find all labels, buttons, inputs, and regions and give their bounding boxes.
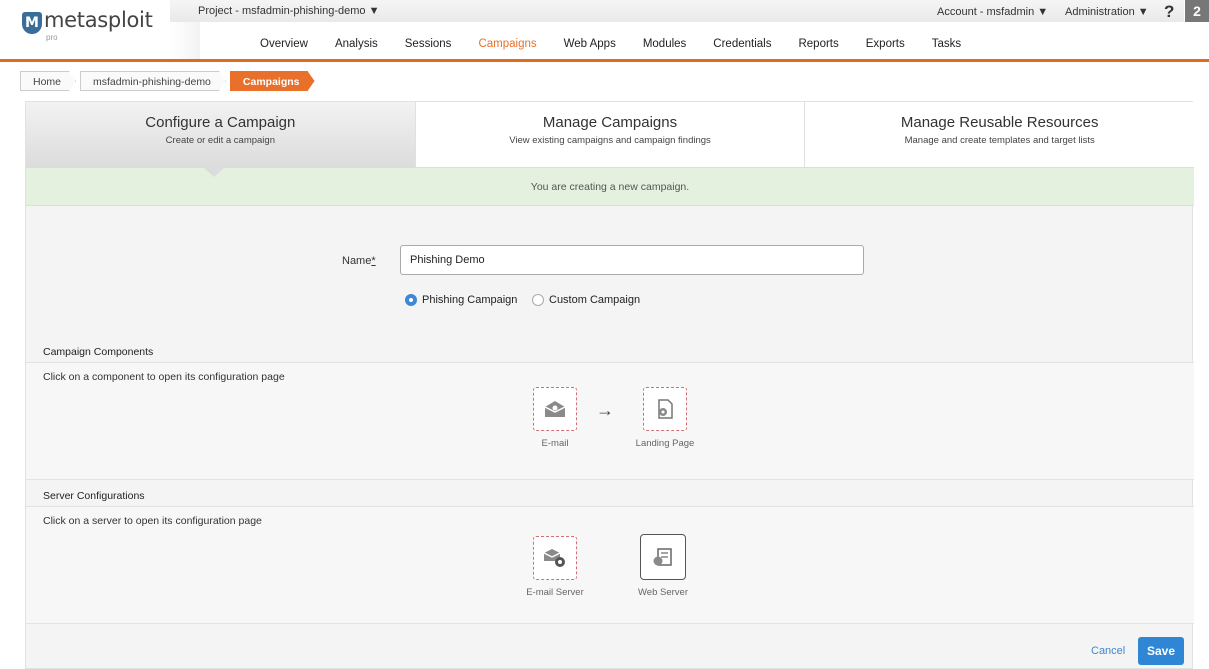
metasploit-logo-icon[interactable]: M (22, 12, 42, 34)
landing-page-icon (658, 399, 673, 419)
tab-title: Manage Reusable Resources (900, 114, 1099, 131)
nav-overview[interactable]: Overview (260, 38, 308, 56)
web-server-icon (653, 548, 672, 566)
breadcrumb-home[interactable]: Home (20, 71, 76, 91)
nav-web-apps[interactable]: Web Apps (564, 38, 616, 56)
header: M metasploit pro Project - msfadmin-phis… (0, 0, 1209, 62)
nav-analysis[interactable]: Analysis (335, 38, 378, 56)
nav-divider (0, 59, 1209, 62)
radio-phishing-campaign[interactable]: Phishing Campaign (405, 294, 517, 306)
web-server-component[interactable] (640, 534, 686, 580)
landing-page-label: Landing Page (635, 438, 695, 449)
tab-pointer (204, 168, 224, 177)
nav-credentials[interactable]: Credentials (713, 38, 771, 56)
help-icon[interactable]: ? (1164, 2, 1174, 22)
flow-arrow-icon: → (596, 400, 614, 420)
web-server-label: Web Server (638, 587, 688, 598)
breadcrumb: Home msfadmin-phishing-demo Campaigns (20, 71, 319, 91)
project-menu[interactable]: Project - msfadmin-phishing-demo ▼ (198, 5, 379, 17)
nav-campaigns[interactable]: Campaigns (478, 38, 536, 56)
radio-phishing-label: Phishing Campaign (422, 294, 518, 306)
email-server-label: E-mail Server (526, 587, 584, 598)
nav-sessions[interactable]: Sessions (405, 38, 452, 56)
email-component-label: E-mail (541, 438, 569, 449)
logo-text[interactable]: metasploit (44, 8, 153, 32)
nav-reports[interactable]: Reports (798, 38, 838, 56)
tab-configure-campaign[interactable]: Configure a Campaign Create or edit a ca… (26, 102, 416, 167)
landing-page-component[interactable] (643, 387, 687, 431)
account-menu[interactable]: Account - msfadmin ▼ (937, 6, 1048, 18)
save-button[interactable]: Save (1138, 637, 1184, 665)
campaign-tabs: Configure a Campaign Create or edit a ca… (26, 102, 1195, 168)
tab-manage-resources[interactable]: Manage Reusable Resources Manage and cre… (805, 102, 1195, 167)
nav-tasks[interactable]: Tasks (932, 38, 961, 56)
radio-checked-icon[interactable] (405, 294, 417, 306)
radio-custom-label: Custom Campaign (549, 294, 641, 306)
name-label: Name* (342, 255, 376, 267)
cancel-button[interactable]: Cancel (1091, 645, 1125, 657)
tab-subtitle: Manage and create templates and target l… (904, 135, 1095, 146)
nav-modules[interactable]: Modules (643, 38, 686, 56)
tab-manage-campaigns[interactable]: Manage Campaigns View existing campaigns… (415, 102, 806, 167)
main-nav: Overview Analysis Sessions Campaigns Web… (260, 38, 988, 56)
email-component[interactable] (533, 387, 577, 431)
breadcrumb-campaigns[interactable]: Campaigns (230, 71, 315, 91)
name-label-text: Name (342, 255, 372, 267)
email-server-component[interactable] (533, 536, 577, 580)
tab-title: Configure a Campaign (145, 114, 296, 131)
campaign-components-heading: Campaign Components (43, 346, 154, 358)
notification-badge[interactable]: 2 (1185, 0, 1209, 22)
tab-title: Manage Campaigns (542, 114, 678, 131)
server-configurations-heading: Server Configurations (43, 490, 145, 502)
radio-unchecked-icon[interactable] (532, 294, 544, 306)
breadcrumb-project[interactable]: msfadmin-phishing-demo (80, 71, 226, 91)
radio-custom-campaign[interactable]: Custom Campaign (532, 294, 640, 306)
servers-description: Click on a server to open its configurat… (43, 515, 262, 527)
administration-menu[interactable]: Administration ▼ (1065, 6, 1149, 18)
logo-subtext: pro (46, 33, 58, 42)
tab-subtitle: Create or edit a campaign (165, 135, 275, 146)
email-envelope-icon (544, 401, 566, 417)
info-notice: You are creating a new campaign. (26, 168, 1194, 206)
components-description: Click on a component to open its configu… (43, 371, 285, 383)
email-server-gear-icon (543, 549, 565, 567)
campaign-name-input[interactable] (400, 245, 864, 275)
campaign-components-section: Click on a component to open its configu… (26, 362, 1194, 480)
server-configurations-section: Click on a server to open its configurat… (26, 506, 1194, 624)
nav-exports[interactable]: Exports (866, 38, 905, 56)
required-marker: * (371, 255, 376, 267)
tab-subtitle: View existing campaigns and campaign fin… (509, 135, 711, 146)
campaign-panel: Configure a Campaign Create or edit a ca… (25, 101, 1195, 669)
